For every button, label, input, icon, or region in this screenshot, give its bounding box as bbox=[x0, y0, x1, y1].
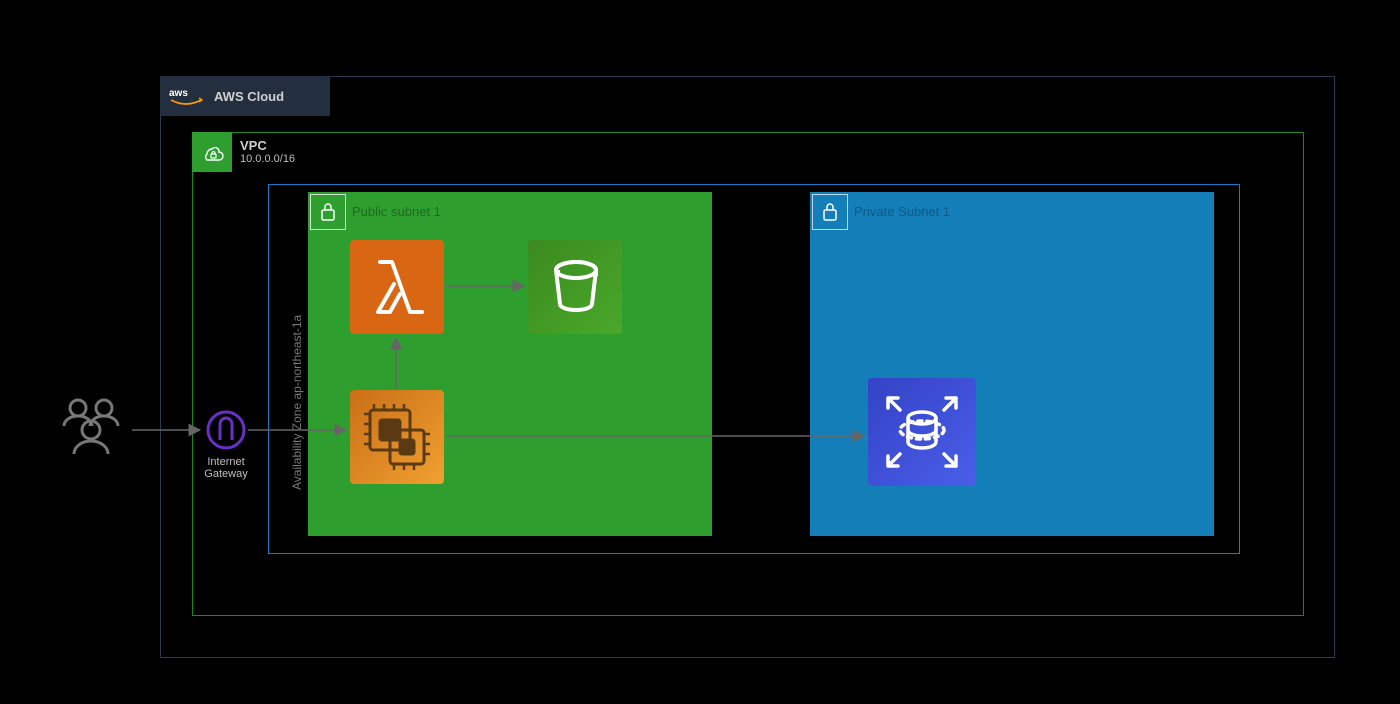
private-subnet-tab bbox=[812, 194, 848, 230]
vpc-title-block: VPC 10.0.0.0/16 bbox=[240, 138, 295, 165]
aws-cloud-title: AWS Cloud bbox=[214, 89, 284, 104]
rds-service-icon bbox=[868, 378, 976, 486]
s3-service-icon bbox=[528, 240, 622, 334]
svg-text:aws: aws bbox=[169, 88, 188, 99]
vpc-title: VPC bbox=[240, 138, 295, 153]
availability-zone-label: Availability Zone ap-northeast-1a bbox=[290, 315, 304, 490]
cloud-lock-icon bbox=[199, 142, 225, 162]
public-subnet-title: Public subnet 1 bbox=[352, 204, 441, 219]
users-icon bbox=[54, 394, 130, 464]
public-subnet-tab bbox=[310, 194, 346, 230]
aws-cloud-tab: aws AWS Cloud bbox=[160, 76, 330, 116]
diagram-stage: aws AWS Cloud VPC 10.0.0.0/16 Availabili… bbox=[0, 0, 1400, 704]
lock-icon bbox=[318, 201, 338, 223]
ec2-service-icon bbox=[350, 390, 444, 484]
vpc-cidr: 10.0.0.0/16 bbox=[240, 153, 295, 165]
internet-gateway-label: Internet Gateway bbox=[204, 456, 248, 480]
vpc-tab bbox=[192, 132, 232, 172]
aws-logo-icon: aws bbox=[166, 76, 206, 116]
internet-gateway-icon bbox=[204, 408, 248, 452]
private-subnet-title: Private Subnet 1 bbox=[854, 204, 950, 219]
lambda-service-icon bbox=[350, 240, 444, 334]
lock-icon bbox=[820, 201, 840, 223]
